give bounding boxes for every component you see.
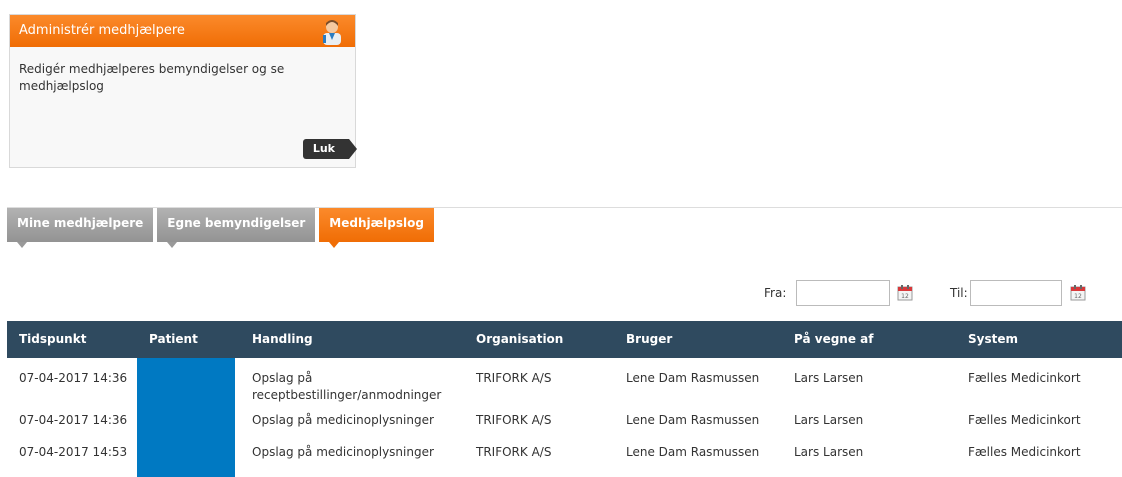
- cell-on-behalf: Lars Larsen: [794, 445, 864, 459]
- cell-system: Fælles Medicinkort: [968, 413, 1081, 427]
- cell-user: Lene Dam Rasmussen: [626, 371, 760, 385]
- from-label: Fra:: [764, 286, 787, 300]
- cell-time: 07-04-2017 14:53: [19, 445, 128, 459]
- table-row[interactable]: 07-04-2017 14:36 Opslag på receptbestill…: [7, 358, 1122, 402]
- tab-mine-medhjaelpere[interactable]: Mine medhjælpere: [7, 208, 154, 248]
- svg-text:12: 12: [901, 293, 909, 300]
- column-header-bruger: Bruger: [626, 332, 673, 346]
- table-header: Tidspunkt Patient Handling Organisation …: [7, 321, 1122, 358]
- close-button[interactable]: Luk: [302, 139, 358, 159]
- patient-redaction: [137, 358, 235, 400]
- doctor-avatar-icon: [323, 20, 341, 45]
- column-header-paa-vegne-af: På vegne af: [794, 332, 874, 346]
- to-label: Til:: [950, 286, 968, 300]
- calendar-icon[interactable]: 12: [1070, 285, 1086, 301]
- column-header-handling: Handling: [252, 332, 313, 346]
- cell-user: Lene Dam Rasmussen: [626, 413, 760, 427]
- cell-system: Fælles Medicinkort: [968, 371, 1081, 385]
- to-date-input[interactable]: [970, 280, 1062, 306]
- card-header: Administrér medhjælpere: [10, 15, 355, 47]
- cell-action: Opslag på medicinoplysninger: [252, 445, 434, 459]
- tab-egne-bemyndigelser[interactable]: Egne bemyndigelser: [157, 208, 316, 248]
- cell-action: Opslag på receptbestillinger/anmodninger: [252, 371, 442, 402]
- patient-redaction: [137, 400, 235, 432]
- calendar-icon[interactable]: 12: [897, 285, 913, 301]
- column-header-organisation: Organisation: [476, 332, 564, 346]
- admin-helpers-card: Administrér medhjælpere Redigér medhjælp…: [9, 14, 358, 168]
- table-row[interactable]: 07-04-2017 14:36 Opslag på medicinoplysn…: [7, 400, 1122, 432]
- table-row[interactable]: 07-04-2017 14:53 Opslag på medicinoplysn…: [7, 432, 1122, 477]
- cell-time: 07-04-2017 14:36: [19, 413, 128, 427]
- cell-organisation: TRIFORK A/S: [476, 445, 552, 459]
- column-header-patient: Patient: [149, 332, 198, 346]
- patient-redaction: [137, 432, 235, 477]
- cell-on-behalf: Lars Larsen: [794, 371, 864, 385]
- cell-action: Opslag på medicinoplysninger: [252, 413, 434, 427]
- cell-time: 07-04-2017 14:36: [19, 371, 128, 385]
- helper-log-table: Tidspunkt Patient Handling Organisation …: [7, 321, 1122, 477]
- card-description: Redigér medhjælperes bemyndigelser og se…: [19, 62, 285, 93]
- tab-bar: Mine medhjælpere Egne bemyndigelser Medh…: [7, 208, 438, 248]
- cell-organisation: TRIFORK A/S: [476, 371, 552, 385]
- from-date-input[interactable]: [796, 280, 890, 306]
- cell-system: Fælles Medicinkort: [968, 445, 1081, 459]
- cell-user: Lene Dam Rasmussen: [626, 445, 760, 459]
- column-header-system: System: [968, 332, 1018, 346]
- column-header-tidspunkt: Tidspunkt: [19, 332, 87, 346]
- cell-on-behalf: Lars Larsen: [794, 413, 864, 427]
- cell-organisation: TRIFORK A/S: [476, 413, 552, 427]
- tab-medhjaelpslog[interactable]: Medhjælpslog: [319, 208, 434, 248]
- svg-text:12: 12: [1074, 293, 1082, 300]
- card-title: Administrér medhjælpere: [19, 23, 185, 38]
